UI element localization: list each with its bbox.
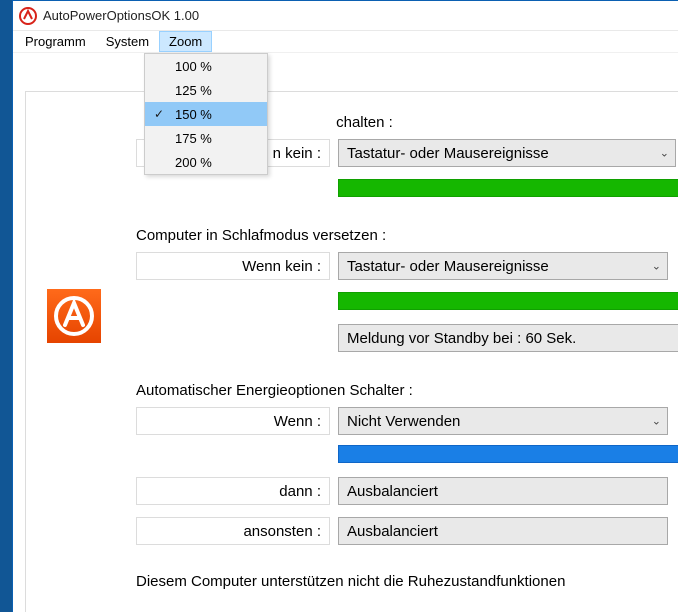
section3-then-row: dann : Ausbalanciert bbox=[136, 477, 678, 505]
footer-message: Diesem Computer unterstützen nicht die R… bbox=[136, 573, 678, 590]
zoom-option-100[interactable]: 100 % bbox=[145, 54, 267, 78]
zoom-option-175[interactable]: 175 % bbox=[145, 126, 267, 150]
zoom-option-label: 175 % bbox=[173, 131, 267, 146]
section3-then-combo[interactable]: Ausbalanciert bbox=[338, 477, 668, 505]
label-text: ansonsten : bbox=[243, 523, 321, 540]
section2-row: Wenn kein : Tastatur- oder Mausereigniss… bbox=[136, 252, 678, 280]
label-text: dann : bbox=[279, 483, 321, 500]
label-text: Wenn : bbox=[274, 413, 321, 430]
settings-group: XXXXXXXXXXXXXXXXXXXXchalten : n kein : T… bbox=[25, 91, 678, 612]
section3-else-combo[interactable]: Ausbalanciert bbox=[338, 517, 668, 545]
chevron-down-icon: ⌄ bbox=[652, 260, 661, 273]
chevron-down-icon: ⌄ bbox=[660, 147, 669, 160]
app-window: AutoPowerOptionsOK 1.00 Programm System … bbox=[12, 0, 678, 612]
section3-when-combo[interactable]: Nicht Verwenden ⌄ bbox=[338, 407, 668, 435]
section3-when-row: Wenn : Nicht Verwenden ⌄ 1 bbox=[136, 407, 678, 435]
menu-system[interactable]: System bbox=[96, 31, 159, 52]
menu-label: Zoom bbox=[169, 34, 202, 49]
combo-value: Tastatur- oder Mausereignisse bbox=[347, 258, 549, 275]
section1-title-text: chalten : bbox=[336, 114, 393, 131]
label-text: Wenn kein : bbox=[242, 258, 321, 275]
combo-value: Nicht Verwenden bbox=[347, 413, 460, 430]
section2-title: Computer in Schlafmodus versetzen : bbox=[136, 227, 678, 244]
chevron-down-icon: ⌄ bbox=[652, 415, 661, 428]
combo-value: Ausbalanciert bbox=[347, 523, 438, 540]
section3-title: Automatischer Energieoptionen Schalter : bbox=[136, 382, 678, 399]
titlebar: AutoPowerOptionsOK 1.00 bbox=[13, 1, 678, 31]
app-icon bbox=[19, 7, 37, 25]
desktop-background: AutoPowerOptionsOK 1.00 Programm System … bbox=[0, 0, 678, 612]
zoom-dropdown: 100 % 125 % ✓150 % 175 % 200 % bbox=[144, 53, 268, 175]
section3-else-label: ansonsten : bbox=[136, 517, 330, 545]
menu-zoom[interactable]: Zoom bbox=[159, 31, 212, 52]
section1-progress bbox=[338, 179, 678, 197]
app-logo bbox=[47, 289, 101, 343]
menu-label: Programm bbox=[25, 34, 86, 49]
menubar: Programm System Zoom bbox=[13, 31, 678, 53]
section2-when-label: Wenn kein : bbox=[136, 252, 330, 280]
combo-value: Tastatur- oder Mausereignisse bbox=[347, 145, 549, 162]
message-text: Meldung vor Standby bei : 60 Sek. bbox=[347, 330, 576, 347]
zoom-option-label: 100 % bbox=[173, 59, 267, 74]
zoom-option-label: 150 % bbox=[173, 107, 267, 122]
section3-else-row: ansonsten : Ausbalanciert bbox=[136, 517, 678, 545]
section3-progress bbox=[338, 445, 678, 463]
section2-progress bbox=[338, 292, 678, 310]
section3-then-label: dann : bbox=[136, 477, 330, 505]
section2-event-combo[interactable]: Tastatur- oder Mausereignisse ⌄ bbox=[338, 252, 668, 280]
window-title: AutoPowerOptionsOK 1.00 bbox=[43, 8, 199, 23]
section2-message: Meldung vor Standby bei : 60 Sek. bbox=[338, 324, 678, 352]
zoom-option-label: 125 % bbox=[173, 83, 267, 98]
combo-value: Ausbalanciert bbox=[347, 483, 438, 500]
check-icon: ✓ bbox=[145, 107, 173, 121]
label-text: n kein : bbox=[273, 145, 321, 162]
zoom-option-label: 200 % bbox=[173, 155, 267, 170]
content-area: XXXXXXXXXXXXXXXXXXXXchalten : n kein : T… bbox=[13, 53, 678, 612]
section1-event-combo[interactable]: Tastatur- oder Mausereignisse ⌄ bbox=[338, 139, 676, 167]
zoom-option-125[interactable]: 125 % bbox=[145, 78, 267, 102]
zoom-option-150[interactable]: ✓150 % bbox=[145, 102, 267, 126]
menu-programm[interactable]: Programm bbox=[15, 31, 96, 52]
menu-label: System bbox=[106, 34, 149, 49]
zoom-option-200[interactable]: 200 % bbox=[145, 150, 267, 174]
section3-when-label: Wenn : bbox=[136, 407, 330, 435]
